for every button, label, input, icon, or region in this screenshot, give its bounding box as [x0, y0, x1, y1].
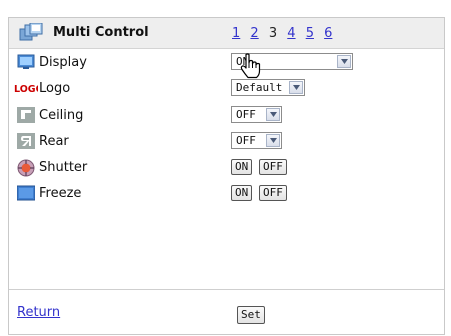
- page-link-6[interactable]: 6: [324, 26, 332, 41]
- page-link-2[interactable]: 2: [250, 26, 258, 41]
- page-link-1[interactable]: 1: [232, 26, 240, 41]
- page-link-4[interactable]: 4: [287, 26, 295, 41]
- page-link-5[interactable]: 5: [306, 26, 314, 41]
- chevron-down-icon[interactable]: [289, 81, 303, 94]
- return-link[interactable]: Return: [17, 305, 60, 320]
- row-freeze: Freeze ON OFF: [9, 181, 444, 207]
- shutter-off-button[interactable]: OFF: [259, 159, 287, 175]
- display-icon: [17, 54, 35, 74]
- row-logo: LOGO Logo Default: [9, 76, 444, 102]
- chevron-down-icon[interactable]: [266, 108, 280, 121]
- page-selector: 1 2 3 4 5 6: [232, 26, 338, 41]
- freeze-icon: [16, 185, 36, 205]
- shutter-label: Shutter: [39, 160, 88, 175]
- row-shutter: Shutter ON OFF: [9, 155, 444, 181]
- set-button[interactable]: Set: [237, 306, 265, 324]
- hand-cursor-icon: [239, 53, 261, 83]
- ceiling-select[interactable]: OFF: [231, 106, 282, 123]
- multi-control-panel: Multi Control 1 2 3 4 5 6 Display ON LOG…: [8, 17, 445, 335]
- rear-select-value: OFF: [236, 134, 256, 147]
- rear-select[interactable]: OFF: [231, 132, 282, 149]
- chevron-down-icon[interactable]: [337, 55, 351, 68]
- row-ceiling: Ceiling OFF: [9, 103, 444, 129]
- rear-label: Rear: [39, 134, 69, 149]
- freeze-label: Freeze: [39, 186, 82, 201]
- logo-icon: LOGO: [14, 82, 44, 98]
- chevron-down-icon[interactable]: [266, 134, 280, 147]
- shutter-on-button[interactable]: ON: [231, 159, 253, 175]
- rear-icon: [17, 133, 35, 153]
- ceiling-select-value: OFF: [236, 108, 256, 121]
- ceiling-label: Ceiling: [39, 108, 84, 123]
- row-display: Display ON: [9, 50, 444, 76]
- freeze-off-button[interactable]: OFF: [259, 185, 287, 201]
- freeze-on-button[interactable]: ON: [231, 185, 253, 201]
- ceiling-icon: [17, 107, 35, 127]
- shutter-icon: [17, 159, 35, 181]
- page-title: Multi Control: [53, 25, 149, 40]
- divider: [9, 289, 444, 290]
- svg-text:LOGO: LOGO: [14, 84, 38, 94]
- page-current-3: 3: [268, 26, 278, 41]
- multi-control-icon: [19, 22, 47, 47]
- row-rear: Rear OFF: [9, 129, 444, 155]
- logo-label: Logo: [39, 81, 71, 96]
- title-bar: Multi Control 1 2 3 4 5 6: [9, 18, 444, 49]
- display-label: Display: [39, 55, 87, 70]
